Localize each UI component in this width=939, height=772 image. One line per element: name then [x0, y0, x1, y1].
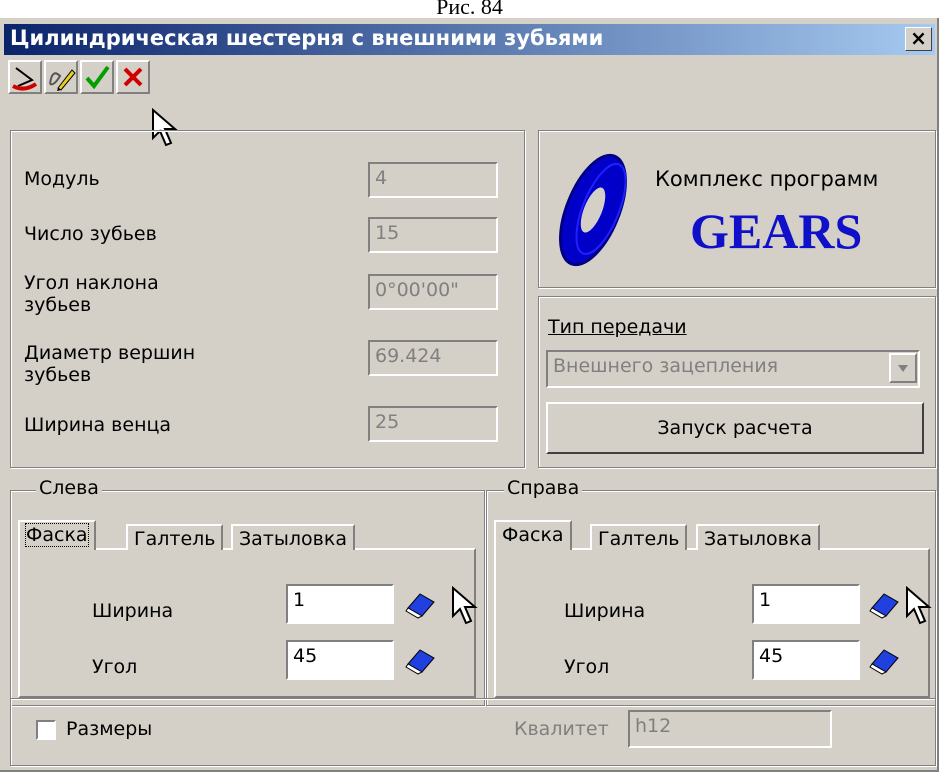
- left-angle-field[interactable]: 45: [286, 640, 394, 680]
- logo-title: GEARS: [690, 203, 863, 259]
- dialog-window: Цилиндрическая шестерня с внешними зубья…: [0, 18, 939, 772]
- helix-angle-field[interactable]: 0°00'00": [368, 274, 498, 310]
- run-calculation-label: Запуск расчета: [657, 417, 813, 439]
- eraser-icon: [405, 649, 435, 675]
- edit-button[interactable]: [44, 60, 78, 94]
- transmission-type-value: Внешнего зацепления: [553, 355, 779, 377]
- face-width-field[interactable]: 25: [368, 406, 498, 442]
- left-tab-relief[interactable]: Затыловка: [231, 524, 355, 550]
- right-angle-label: Угол: [564, 656, 610, 678]
- logo-subtitle: Комплекс программ: [655, 167, 879, 191]
- cancel-x-icon: [123, 67, 143, 87]
- eraser-icon: [869, 649, 899, 675]
- tip-diameter-field[interactable]: 69.424: [368, 340, 498, 376]
- ok-button[interactable]: [80, 60, 114, 94]
- right-tab-relief[interactable]: Затыловка: [696, 524, 820, 550]
- quality-label: Квалитет: [514, 718, 609, 740]
- window-title: Цилиндрическая шестерня с внешними зубья…: [10, 26, 604, 50]
- right-tab-chamfer[interactable]: Фаска: [494, 520, 572, 550]
- right-tab-fillet[interactable]: Галтель: [590, 524, 688, 550]
- right-angle-pick-button[interactable]: [868, 646, 902, 676]
- mouse-cursor-icon: [452, 586, 478, 625]
- right-tab-page: [494, 548, 930, 698]
- title-bar[interactable]: Цилиндрическая шестерня с внешними зубья…: [4, 24, 935, 55]
- cancel-button[interactable]: [116, 60, 150, 94]
- exit-button[interactable]: [8, 60, 42, 94]
- right-width-pick-button[interactable]: [868, 590, 902, 620]
- left-group-legend: Слева: [36, 478, 102, 498]
- left-width-label: Ширина: [92, 600, 174, 622]
- mouse-cursor-icon: [906, 586, 932, 625]
- teeth-count-label: Число зубьев: [24, 223, 157, 245]
- dropdown-button[interactable]: [889, 353, 917, 383]
- right-group-legend: Справа: [504, 478, 583, 498]
- teeth-count-field[interactable]: 15: [368, 217, 498, 253]
- left-width-field[interactable]: 1: [286, 584, 394, 624]
- left-angle-pick-button[interactable]: [404, 646, 438, 676]
- close-button[interactable]: ×: [905, 27, 932, 51]
- chevron-down-icon: [898, 365, 908, 372]
- left-tab-fillet[interactable]: Галтель: [126, 524, 224, 550]
- right-angle-field[interactable]: 45: [752, 640, 860, 680]
- left-width-pick-button[interactable]: [404, 590, 438, 620]
- left-tab-chamfer[interactable]: Фаска: [18, 520, 96, 550]
- face-width-label: Ширина венца: [24, 414, 172, 436]
- exit-icon: [12, 67, 38, 91]
- module-field[interactable]: 4: [368, 162, 498, 198]
- gear-logo-icon: [559, 153, 627, 267]
- left-angle-label: Угол: [92, 656, 138, 678]
- helix-angle-label: Угол наклона зубьев: [24, 272, 159, 316]
- eraser-icon: [869, 593, 899, 619]
- sizes-label: Размеры: [66, 718, 153, 740]
- quality-field[interactable]: h12: [628, 710, 832, 748]
- module-label: Модуль: [24, 168, 100, 190]
- eraser-icon: [405, 593, 435, 619]
- transmission-type-select[interactable]: Внешнего зацепления: [546, 350, 920, 388]
- edit-icon: [49, 69, 76, 91]
- sizes-checkbox[interactable]: [36, 720, 56, 740]
- right-width-field[interactable]: 1: [752, 584, 860, 624]
- right-width-label: Ширина: [564, 600, 646, 622]
- transmission-type-label: Тип передачи: [548, 316, 687, 338]
- ok-checkmark-icon: [85, 65, 110, 90]
- tip-diameter-label: Диаметр вершин зубьев: [24, 342, 196, 386]
- run-calculation-button[interactable]: Запуск расчета: [546, 402, 924, 454]
- figure-caption: Рис. 84: [436, 0, 503, 19]
